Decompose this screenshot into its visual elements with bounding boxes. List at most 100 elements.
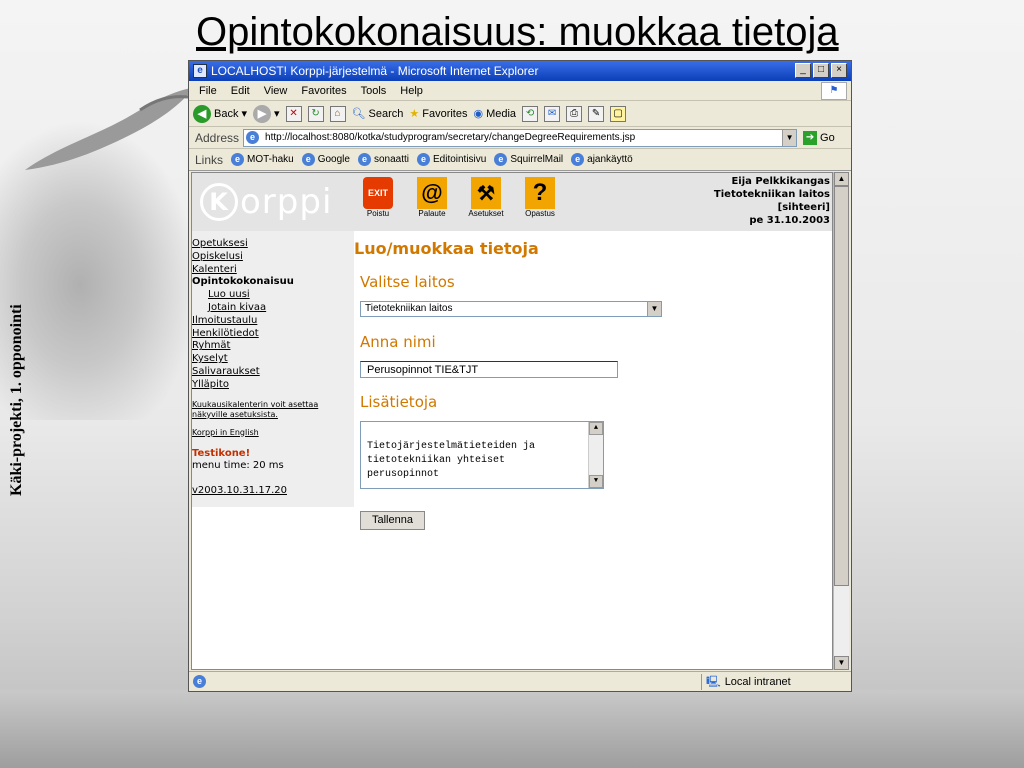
scroll-up-icon[interactable]: ▲ (589, 422, 603, 435)
home-icon[interactable]: ⌂ (329, 105, 346, 122)
favorites-button[interactable]: ★ Favorites (409, 107, 467, 121)
address-label: Address (195, 130, 240, 145)
nav-yllapito[interactable]: Ylläpito (192, 379, 354, 392)
nav-henkilotiedot[interactable]: Henkilötiedot (192, 328, 354, 341)
info-textarea[interactable]: Tietojärjestelmätieteiden ja tietoteknii… (360, 421, 604, 489)
search-icon: 🔍︎ (351, 108, 366, 120)
history-icon[interactable]: ⟲ (522, 105, 539, 122)
address-input[interactable]: e http://localhost:8080/kotka/studyprogr… (243, 128, 798, 147)
scroll-down-icon[interactable]: ▼ (589, 475, 603, 488)
page-content: Korppi EXIT Poistu @ Palaute ⚒ Asetukset… (191, 172, 833, 670)
page-scrollbar[interactable]: ▲ ▼ (833, 172, 849, 670)
maximize-button[interactable]: □ (813, 63, 829, 78)
at-sign-icon: @ (417, 177, 447, 209)
name-label: Anna nimi (360, 333, 436, 351)
version-link[interactable]: v2003.10.31.17.20 (192, 485, 354, 498)
link-squirrelmail[interactable]: e SquirrelMail (494, 153, 563, 166)
address-url: http://localhost:8080/kotka/studyprogram… (265, 132, 636, 143)
scroll-down-icon[interactable]: ▼ (834, 656, 849, 670)
menu-file[interactable]: File (199, 85, 217, 97)
messenger-icon[interactable]: ▢ (610, 105, 627, 122)
nav-luo-uusi[interactable]: Luo uusi (192, 289, 354, 302)
link-ajankaytto[interactable]: e ajankäyttö (571, 153, 633, 166)
background-landscape (0, 690, 1024, 768)
stop-icon[interactable]: ✕ (285, 105, 302, 122)
print-icon[interactable]: ⎙ (566, 105, 583, 122)
status-bar: e 🖳︎ Local intranet (189, 671, 851, 691)
scroll-thumb[interactable] (834, 186, 849, 586)
forward-button[interactable]: ▶ ▾ (253, 104, 280, 123)
logout-button[interactable]: EXIT Poistu (356, 177, 400, 218)
department-select[interactable]: Tietotekniikan laitos ▼ (360, 301, 662, 317)
english-link[interactable]: Korppi in English (192, 428, 354, 438)
question-mark-icon: ? (525, 177, 555, 209)
side-label: Käki-projekti, 1. opponointi (8, 304, 25, 496)
mail-icon[interactable]: ✉ (544, 105, 561, 122)
menu-tools[interactable]: Tools (361, 85, 387, 97)
wrench-icon: ⚒ (471, 177, 501, 209)
toolbar: ◀ Back ▾ ▶ ▾ ✕ ↻ ⌂ 🔍︎ Search ★ Favorites… (189, 101, 851, 127)
department-label: Valitse laitos (360, 273, 455, 291)
edit-form: Luo/muokkaa tietoja Valitse laitos Tieto… (354, 231, 814, 651)
exit-icon: EXIT (363, 177, 393, 209)
media-icon: ◉ (473, 108, 484, 120)
test-machine-label: Testikone! (192, 447, 251, 459)
windows-flag-icon: ⚑ (821, 82, 847, 100)
back-arrow-icon: ◀ (193, 104, 211, 123)
nav-salivaraukset[interactable]: Salivaraukset (192, 366, 354, 379)
window-title: LOCALHOST! Korppi-järjestelmä - Microsof… (211, 64, 539, 78)
nav-opintokokonaisuu[interactable]: Opintokokonaisuu (192, 276, 354, 289)
korppi-logo[interactable]: Korppi (200, 179, 332, 225)
feedback-button[interactable]: @ Palaute (410, 177, 454, 218)
ie-link-icon: e (301, 153, 315, 166)
nav-ryhmat[interactable]: Ryhmät (192, 340, 354, 353)
menu-favorites[interactable]: Favorites (301, 85, 346, 97)
nav-kalenteri[interactable]: Kalenteri (192, 264, 354, 277)
star-icon: ★ (409, 108, 420, 120)
refresh-icon[interactable]: ↻ (307, 105, 324, 122)
search-button[interactable]: 🔍︎ Search (351, 107, 404, 121)
menu-edit[interactable]: Edit (231, 85, 250, 97)
media-button[interactable]: ◉ Media (473, 107, 516, 121)
settings-button[interactable]: ⚒ Asetukset (464, 177, 508, 218)
close-button[interactable]: × (831, 63, 847, 78)
user-role: [sihteeri] (777, 202, 830, 213)
nav-ilmoitustaulu[interactable]: Ilmoitustaulu (192, 315, 354, 328)
bird-illustration (25, 87, 195, 170)
menu-view[interactable]: View (264, 85, 288, 97)
security-zone: 🖳︎ Local intranet (701, 674, 791, 690)
ie-logo-icon: e (193, 64, 207, 78)
nav-kyselyt[interactable]: Kyselyt (192, 353, 354, 366)
links-label: Links (195, 152, 224, 167)
nav-jotain-kivaa[interactable]: Jotain kivaa (192, 302, 354, 315)
nav-opetuksesi[interactable]: Opetuksesi (192, 238, 354, 251)
link-sonaatti[interactable]: e sonaatti (357, 153, 409, 166)
address-bar: Address e http://localhost:8080/kotka/st… (189, 127, 851, 149)
calendar-settings-link[interactable]: Kuukausikalenterin voit asettaa näkyvill… (192, 400, 354, 420)
current-date: pe 31.10.2003 (749, 215, 830, 226)
link-google[interactable]: e Google (301, 153, 350, 166)
window-titlebar[interactable]: e LOCALHOST! Korppi-järjestelmä - Micros… (189, 61, 851, 81)
go-button[interactable]: ➔ Go (803, 130, 835, 145)
textarea-scrollbar[interactable]: ▲ ▼ (588, 422, 603, 488)
help-button[interactable]: ? Opastus (518, 177, 562, 218)
slide-title: Opintokokonaisuus: muokkaa tietoja (196, 10, 839, 54)
chevron-down-icon[interactable]: ▼ (782, 129, 797, 146)
browser-window: e LOCALHOST! Korppi-järjestelmä - Micros… (188, 60, 852, 692)
edit-icon[interactable]: ✎ (588, 105, 605, 122)
form-heading: Luo/muokkaa tietoja (354, 239, 539, 258)
save-button[interactable]: Tallenna (360, 511, 425, 530)
minimize-button[interactable]: _ (795, 63, 811, 78)
ie-link-icon: e (416, 153, 430, 166)
user-name: Eija Pelkkikangas (731, 176, 830, 187)
link-editointisivu[interactable]: e Editointisivu (416, 153, 486, 166)
back-button[interactable]: ◀ Back ▾ (193, 104, 247, 123)
ie-link-icon: e (571, 153, 585, 166)
scroll-up-icon[interactable]: ▲ (834, 172, 849, 186)
link-mot-haku[interactable]: e MOT-haku (231, 153, 294, 166)
name-input[interactable]: Perusopinnot TIE&TJT (360, 361, 618, 378)
menu-bar: File Edit View Favorites Tools Help ⚑ (189, 81, 851, 101)
intranet-icon: 🖳︎ (706, 675, 721, 688)
nav-opiskelusi[interactable]: Opiskelusi (192, 251, 354, 264)
menu-help[interactable]: Help (400, 85, 423, 97)
